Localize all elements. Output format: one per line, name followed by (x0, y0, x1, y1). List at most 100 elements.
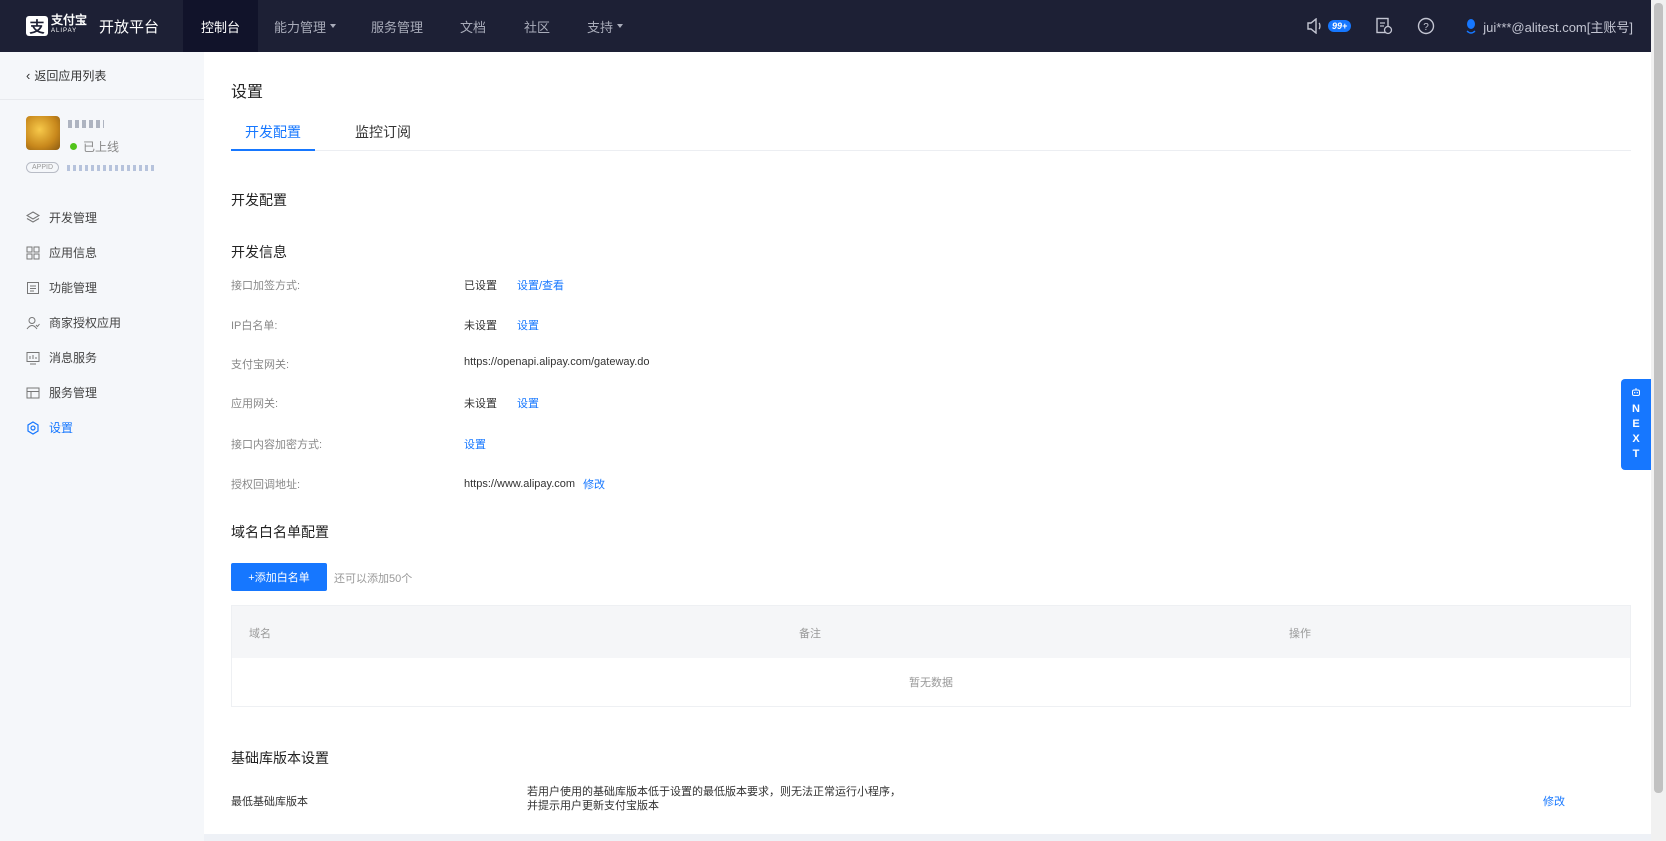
app-gateway-value: 未设置 设置 (464, 395, 539, 411)
app-gateway-status: 未设置 (464, 398, 497, 410)
sidebar-item-label: 设置 (49, 421, 74, 435)
app-status: 已上线 (70, 138, 119, 155)
min-lib-version-desc-line2: 并提示用户更新支付宝版本 (527, 800, 659, 812)
sign-method-value: 已设置 设置/查看 (464, 277, 564, 293)
column-remark: 备注 (799, 628, 821, 640)
scrollbar-thumb[interactable] (1654, 3, 1663, 793)
svg-text:?: ? (1423, 22, 1429, 33)
min-lib-version-label: 最低基础库版本 (231, 796, 308, 808)
nav-right: 99+ ? jui***@alitest.com[主账号] (1304, 0, 1633, 52)
sidebar-item-label: 应用信息 (49, 246, 98, 260)
sign-method-status: 已设置 (464, 280, 497, 292)
appid-value-redacted (67, 164, 156, 171)
nav-service-label: 服务管理 (370, 19, 423, 35)
table-icon (26, 386, 40, 400)
nav-service[interactable]: 服务管理 (352, 0, 442, 52)
doc-clock-icon[interactable] (1373, 15, 1395, 37)
user-icon (1466, 19, 1476, 34)
back-label: 返回应用列表 (34, 69, 107, 83)
nav-capability-label: 能力管理 (273, 19, 326, 35)
table-empty-state: 暂无数据 (909, 677, 953, 689)
sign-method-view-link[interactable]: 设置/查看 (517, 277, 564, 293)
next-letter: T (1632, 448, 1640, 460)
nav-support[interactable]: 支持 (570, 0, 640, 52)
speaker-icon[interactable] (1304, 15, 1326, 37)
alipay-logo-icon: 支 (26, 16, 48, 36)
alipay-gateway-label: 支付宝网关: (231, 359, 290, 371)
sidebar-item-settings[interactable]: 设置 (0, 410, 204, 445)
main-content: 设置 开发配置 监控订阅 开发配置 开发信息 接口加签方式: 已设置 设置/查看… (204, 52, 1651, 841)
auth-callback-edit-link[interactable]: 修改 (583, 476, 605, 492)
notification-badge[interactable]: 99+ (1327, 20, 1352, 32)
gear-icon (26, 420, 40, 435)
next-assistant-button[interactable]: N E X T (1621, 379, 1651, 470)
app-card: 已上线 APPID (0, 100, 204, 200)
user-auth-icon (26, 316, 40, 330)
sidebar-item-feature-management[interactable]: 功能管理 (0, 270, 204, 305)
section-base-lib-heading: 基础库版本设置 (231, 750, 329, 766)
logo[interactable]: 支 支付宝 ALIPAY 开放平台 (0, 0, 183, 52)
sidebar-item-merchant-auth[interactable]: 商家授权应用 (0, 305, 204, 340)
tab-dev-config[interactable]: 开发配置 (231, 118, 315, 151)
help-icon[interactable]: ? (1415, 15, 1437, 37)
user-email: jui***@alitest.com[主账号] (1483, 19, 1633, 35)
sidebar-item-message-service[interactable]: 消息服务 (0, 340, 204, 375)
caret-down-icon (330, 24, 336, 28)
tabs: 开发配置 监控订阅 (231, 118, 1631, 151)
ip-whitelist-label: IP白名单: (231, 320, 278, 332)
page-scrollbar[interactable] (1651, 0, 1666, 841)
sidebar-item-service-management[interactable]: 服务管理 (0, 375, 204, 410)
nav-console-label: 控制台 (200, 19, 240, 35)
back-to-app-list[interactable]: ‹ 返回应用列表 (0, 52, 204, 100)
add-whitelist-button[interactable]: +添加白名单 (231, 563, 327, 591)
ip-whitelist-set-link[interactable]: 设置 (517, 317, 539, 333)
tab-monitor-subscription[interactable]: 监控订阅 (355, 118, 411, 151)
monitor-icon (26, 351, 40, 365)
app-gateway-label: 应用网关: (231, 398, 279, 410)
caret-down-icon (617, 24, 623, 28)
alipay-gateway-value: https://openapi.alipay.com/gateway.do (464, 356, 650, 368)
app-gateway-set-link[interactable]: 设置 (517, 395, 539, 411)
sidebar-item-label: 开发管理 (49, 211, 98, 225)
sidebar-item-app-info[interactable]: 应用信息 (0, 235, 204, 270)
nav-docs-label: 文档 (459, 19, 486, 35)
section-domain-whitelist-heading: 域名白名单配置 (231, 524, 329, 540)
grid-icon (26, 246, 40, 260)
logo-brand-en: ALIPAY (51, 28, 78, 34)
page-title: 设置 (231, 84, 264, 101)
column-action: 操作 (1289, 628, 1311, 640)
sidebar-item-dev-management[interactable]: 开发管理 (0, 200, 204, 235)
logo-title: 开放平台 (99, 18, 160, 36)
auth-callback-label: 授权回调地址: (231, 479, 301, 491)
app-avatar (26, 116, 60, 150)
min-lib-version-desc: 若用户使用的基础库版本低于设置的最低版本要求，则无法正常运行小程序， 并提示用户… (527, 785, 901, 813)
layers-icon (26, 210, 40, 225)
sidebar-item-label: 服务管理 (49, 386, 98, 400)
appid-tag: APPID (26, 162, 60, 173)
robot-icon (1631, 387, 1641, 400)
nav-capability[interactable]: 能力管理 (258, 0, 352, 52)
sidebar-item-label: 商家授权应用 (49, 316, 122, 330)
sidebar-item-label: 消息服务 (49, 351, 98, 365)
auth-callback-url: https://www.alipay.com (464, 478, 576, 490)
bottom-band (204, 834, 1651, 841)
min-lib-version-edit-link[interactable]: 修改 (1543, 793, 1565, 809)
min-lib-version-desc-line1: 若用户使用的基础库版本低于设置的最低版本要求，则无法正常运行小程序， (527, 786, 901, 798)
auth-callback-value: https://www.alipay.com 修改 (464, 476, 605, 492)
nav-console[interactable]: 控制台 (183, 0, 258, 52)
logo-brand: 支付宝 ALIPAY (51, 13, 88, 37)
alipay-gateway-url: https://openapi.alipay.com/gateway.do (464, 356, 650, 368)
logo-brand-cn: 支付宝 (51, 13, 88, 27)
app-name-redacted (68, 120, 104, 128)
nav-docs[interactable]: 文档 (442, 0, 504, 52)
next-letter: N (1632, 403, 1640, 415)
next-letter: E (1632, 418, 1640, 430)
encrypt-method-set-link[interactable]: 设置 (464, 436, 486, 452)
sign-method-label: 接口加签方式: (231, 280, 301, 292)
nav-community[interactable]: 社区 (504, 0, 570, 52)
user-menu[interactable]: jui***@alitest.com[主账号] (1465, 17, 1633, 36)
sidebar-item-label: 功能管理 (49, 281, 98, 295)
column-domain: 域名 (249, 628, 271, 640)
section-dev-config-heading: 开发配置 (231, 192, 287, 208)
encrypt-method-value: 设置 (464, 436, 486, 452)
